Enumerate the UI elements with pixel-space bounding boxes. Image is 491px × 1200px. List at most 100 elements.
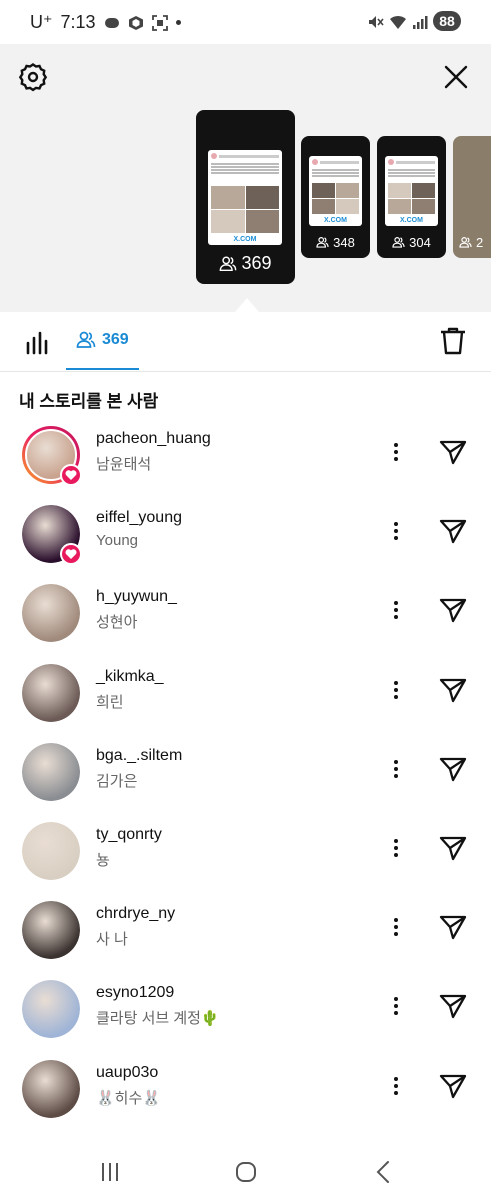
dot xyxy=(394,681,398,685)
story-card: X.COM xyxy=(208,150,282,245)
more-options-button[interactable] xyxy=(384,755,408,783)
send-message-button[interactable] xyxy=(438,516,468,546)
viewers-icon xyxy=(459,237,472,248)
heart-icon xyxy=(60,543,82,565)
dot xyxy=(394,774,398,778)
story-preview-header: X.COM 369 X.COM 348 X.COM 304 2 xyxy=(0,44,491,312)
avatar-photo xyxy=(22,901,80,959)
viewer-username[interactable]: esyno1209 xyxy=(96,984,174,1002)
avatar[interactable] xyxy=(22,426,82,486)
avatar[interactable] xyxy=(22,980,80,1038)
send-message-button[interactable] xyxy=(438,595,468,625)
viewer-username[interactable]: uaup03o xyxy=(96,1064,158,1082)
viewer-username[interactable]: chrdrye_ny xyxy=(96,905,175,923)
send-icon xyxy=(439,994,467,1019)
send-message-button[interactable] xyxy=(438,754,468,784)
more-options-button[interactable] xyxy=(384,913,408,941)
story-thumbnail-selected[interactable]: X.COM 369 xyxy=(196,110,295,284)
heart-icon xyxy=(60,464,82,486)
section-title: 내 스토리를 본 사람 xyxy=(19,392,159,411)
viewer-username[interactable]: eiffel_young xyxy=(96,509,182,527)
avatar-photo xyxy=(22,822,80,880)
story-thumbnail[interactable]: X.COM 348 xyxy=(301,136,370,258)
recents-button[interactable] xyxy=(96,1158,124,1186)
dot xyxy=(394,1004,398,1008)
more-options-button[interactable] xyxy=(384,992,408,1020)
viewer-username[interactable]: ty_qonrty xyxy=(96,826,162,844)
more-options-button[interactable] xyxy=(384,1072,408,1100)
card-footer: X.COM xyxy=(324,217,347,224)
viewer-username[interactable]: _kikmka_ xyxy=(96,668,164,686)
more-options-button[interactable] xyxy=(384,438,408,466)
avatar-image xyxy=(22,743,80,801)
avatar-photo xyxy=(22,664,80,722)
avatar[interactable] xyxy=(22,822,80,880)
tab-viewers[interactable]: 369 xyxy=(66,312,139,370)
dot xyxy=(394,695,398,699)
viewer-row[interactable]: ty_qonrty 뇽 xyxy=(0,816,491,888)
gear-icon xyxy=(18,63,48,92)
dot xyxy=(394,457,398,461)
viewer-display-name: 성현아 xyxy=(96,614,138,631)
close-button[interactable] xyxy=(439,60,473,94)
viewer-row[interactable]: pacheon_huang 남윤태석 xyxy=(0,420,491,492)
story-view-count: 369 xyxy=(196,253,295,274)
viewer-row[interactable]: eiffel_young Young xyxy=(0,499,491,571)
battery-level: 88 xyxy=(439,13,455,29)
viewer-row[interactable]: bga._.siltem 김가은 xyxy=(0,737,491,809)
more-options-button[interactable] xyxy=(384,596,408,624)
viewer-username[interactable]: bga._.siltem xyxy=(96,747,182,765)
avatar[interactable] xyxy=(22,505,82,565)
dot xyxy=(394,925,398,929)
send-icon xyxy=(439,915,467,940)
send-icon xyxy=(439,598,467,623)
viewer-username[interactable]: h_yuywun_ xyxy=(96,588,177,606)
send-message-button[interactable] xyxy=(438,833,468,863)
story-thumbnail[interactable]: X.COM 304 xyxy=(377,136,446,258)
shield-app-icon xyxy=(128,15,144,31)
bar-chart-icon xyxy=(26,331,48,355)
viewer-row[interactable]: esyno1209 클라탕 서브 계정🌵 xyxy=(0,974,491,1046)
mute-icon xyxy=(367,13,384,29)
viewer-row[interactable]: uaup03o 🐰히수🐰 xyxy=(0,1054,491,1126)
viewer-row[interactable]: h_yuywun_ 성현아 xyxy=(0,578,491,650)
viewers-icon xyxy=(316,237,329,248)
settings-button[interactable] xyxy=(16,60,50,94)
send-message-button[interactable] xyxy=(438,675,468,705)
avatar[interactable] xyxy=(22,901,80,959)
send-icon xyxy=(439,678,467,703)
signal-icon xyxy=(411,13,428,29)
carrier-label: U⁺ xyxy=(30,12,53,32)
delete-story-button[interactable] xyxy=(439,326,467,356)
more-options-button[interactable] xyxy=(384,517,408,545)
send-message-button[interactable] xyxy=(438,912,468,942)
recents-icon xyxy=(102,1163,118,1181)
story-views: 304 xyxy=(409,235,431,250)
more-options-button[interactable] xyxy=(384,834,408,862)
avatar[interactable] xyxy=(22,743,80,801)
status-right: 88 xyxy=(367,11,461,31)
dot xyxy=(394,1084,398,1088)
story-card: X.COM xyxy=(385,156,438,226)
tab-insights[interactable] xyxy=(24,329,50,355)
back-button[interactable] xyxy=(370,1158,398,1186)
message-icon xyxy=(104,15,120,31)
avatar[interactable] xyxy=(22,1060,80,1118)
card-footer: X.COM xyxy=(233,236,257,243)
avatar[interactable] xyxy=(22,664,80,722)
home-button[interactable] xyxy=(232,1158,260,1186)
send-message-button[interactable] xyxy=(438,1071,468,1101)
story-thumbnail[interactable]: 2 xyxy=(453,136,491,258)
viewer-username[interactable]: pacheon_huang xyxy=(96,430,211,448)
viewer-row[interactable]: _kikmka_ 희린 xyxy=(0,658,491,730)
send-message-button[interactable] xyxy=(438,437,468,467)
dot xyxy=(394,615,398,619)
more-options-button[interactable] xyxy=(384,676,408,704)
send-message-button[interactable] xyxy=(438,991,468,1021)
avatar-photo xyxy=(22,1060,80,1118)
dot xyxy=(394,608,398,612)
dot xyxy=(394,688,398,692)
viewer-row[interactable]: chrdrye_ny 사 나 xyxy=(0,895,491,967)
avatar[interactable] xyxy=(22,584,80,642)
dot-icon xyxy=(175,20,181,25)
